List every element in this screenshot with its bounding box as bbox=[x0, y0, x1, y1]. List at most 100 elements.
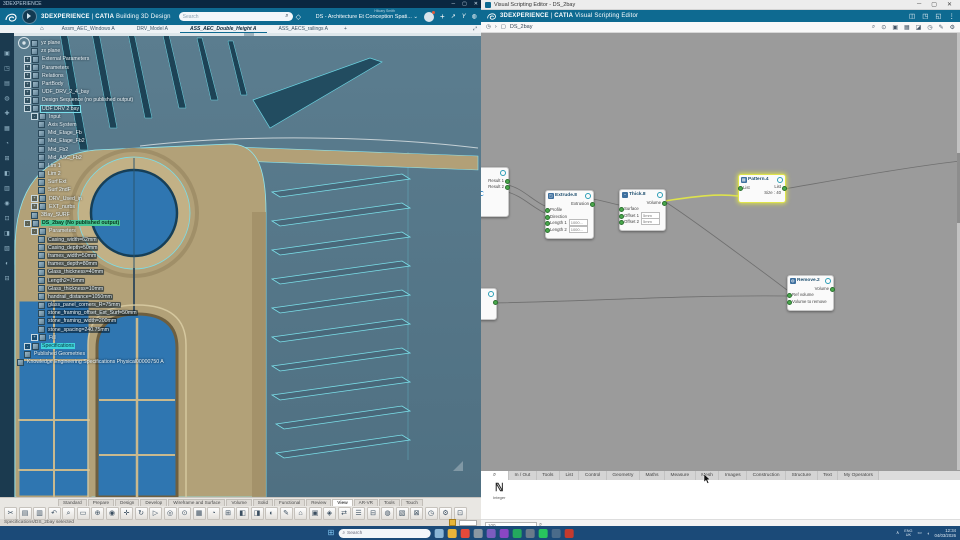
tree-expander[interactable]: + bbox=[24, 88, 31, 96]
toolbar-icon[interactable]: ◷ bbox=[927, 24, 932, 31]
tree-item[interactable]: + Relations bbox=[14, 72, 274, 80]
palette-tab[interactable]: Tools bbox=[536, 471, 560, 480]
node-extrude[interactable]: ◳ Extrude.8 Extrusion Profile Direction … bbox=[544, 190, 595, 239]
taskbar-app-icon[interactable] bbox=[460, 528, 470, 538]
side-tool-icon[interactable]: ▦ bbox=[4, 126, 11, 133]
palette-tab[interactable]: In / Out bbox=[509, 471, 537, 480]
action-bar-tab[interactable]: Volume bbox=[226, 498, 252, 506]
palette-tab[interactable]: Control bbox=[579, 471, 607, 480]
tree-item[interactable]: Mid_ASC_Fb2 bbox=[14, 154, 274, 162]
palette-tab[interactable]: Geometry bbox=[606, 471, 640, 480]
3d-viewport[interactable]: ▣ ◳ ▤ ◍ ✚ ▦ ◔ ⊞ ◧ ▥ ◉ ⊡ ◨ ▧ ◐ ⊟ yz plane zx plane + Ext… bbox=[0, 33, 481, 497]
close-button[interactable]: ✕ bbox=[474, 1, 478, 7]
action-bar-tab[interactable]: Functional bbox=[274, 498, 306, 506]
toolbar-icon[interactable]: ✎ bbox=[939, 24, 944, 31]
tree-item[interactable]: - UDF DRV 2 bay bbox=[14, 104, 274, 113]
toolbar-icon[interactable]: ▣ bbox=[892, 24, 898, 31]
action-bar-icon[interactable]: ⊠ bbox=[410, 507, 423, 520]
tree-item[interactable]: - DS_2bay (No published output) bbox=[14, 219, 274, 227]
port-value-input[interactable]: 1000... bbox=[568, 225, 588, 233]
header-icon[interactable]: ◳ bbox=[922, 12, 928, 20]
tree-item[interactable]: - Parameters bbox=[14, 227, 274, 235]
tree-expander[interactable]: + bbox=[31, 334, 38, 342]
start-button[interactable]: ⊞ bbox=[328, 526, 335, 540]
side-tool-icon[interactable]: ◉ bbox=[4, 201, 11, 208]
taskbar-app-icon[interactable] bbox=[525, 528, 535, 538]
tree-item[interactable]: + Design Sequence (no published output) bbox=[14, 96, 274, 104]
node-remove[interactable]: ◍ Remove.2 Volume Ref volume Volume to r… bbox=[786, 275, 835, 311]
palette-tab[interactable]: Measure bbox=[665, 471, 696, 480]
action-bar-tab[interactable]: Prepare bbox=[87, 498, 115, 506]
tree-expander[interactable]: - bbox=[24, 105, 31, 113]
document-tab[interactable]: DRV_Model A bbox=[127, 26, 178, 32]
taskbar-app-icon[interactable] bbox=[512, 528, 522, 538]
close-button[interactable]: ✕ bbox=[947, 1, 952, 8]
global-search-input[interactable]: Search ⌕ bbox=[178, 12, 293, 21]
clock[interactable]: 12:34 04/03/2026 bbox=[934, 528, 956, 538]
tree-item[interactable]: stone_spacing=240.75mm bbox=[14, 326, 274, 334]
tray-chevron-icon[interactable]: ∧ bbox=[896, 530, 899, 536]
node-collapse-button[interactable] bbox=[776, 176, 783, 183]
display-icon[interactable]: ▭ bbox=[918, 530, 922, 536]
tree-item[interactable]: Lim 1 bbox=[14, 162, 274, 170]
node-collapse-button[interactable] bbox=[584, 192, 591, 199]
tree-item[interactable]: Knowledge Engineering Specifications Phy… bbox=[14, 358, 274, 366]
input-port[interactable] bbox=[737, 185, 743, 191]
palette-item-integer[interactable]: ℕ Integer bbox=[493, 483, 505, 501]
tree-item[interactable]: Lim 2 bbox=[14, 170, 274, 178]
tree-item[interactable]: handrail_distance=1050mm bbox=[14, 293, 274, 301]
tree-item[interactable]: glass_panel_corners_R=75mm bbox=[14, 301, 274, 309]
tree-expander[interactable]: + bbox=[31, 203, 38, 211]
node-pattern[interactable]: ▦ Pattern.4 List List Size : 40 bbox=[737, 174, 787, 203]
palette-tab[interactable]: Text bbox=[817, 471, 839, 480]
tree-item[interactable]: Mid_Etage_Fb bbox=[14, 129, 274, 137]
3ds-logo-icon[interactable] bbox=[4, 11, 18, 23]
action-bar-tab[interactable]: Standard bbox=[58, 498, 87, 506]
maximize-button[interactable]: ▢ bbox=[931, 1, 937, 8]
output-port[interactable] bbox=[492, 299, 498, 305]
language-indicator[interactable]: ENG UK bbox=[904, 529, 912, 538]
tree-item[interactable]: Glass_thickness=40mm bbox=[14, 268, 274, 276]
tree-item[interactable]: stone_framing_offset_Ext_Surf=50mm bbox=[14, 309, 274, 317]
tree-item[interactable]: + EXT_nurbs bbox=[14, 203, 274, 211]
action-bar-icon[interactable]: ⇄ bbox=[337, 507, 351, 520]
taskbar-app-icon[interactable] bbox=[499, 528, 509, 538]
side-tool-icon[interactable]: ⊡ bbox=[4, 216, 11, 223]
tag-icon[interactable]: ◇ bbox=[296, 13, 301, 21]
action-bar-tab[interactable]: Touch bbox=[400, 498, 423, 506]
palette-tab[interactable]: Images bbox=[719, 471, 748, 480]
palette-tab[interactable]: List bbox=[559, 471, 580, 480]
side-tool-icon[interactable]: ◨ bbox=[4, 231, 11, 238]
toolbar-icon[interactable]: ⌕ bbox=[872, 24, 875, 31]
node-graph-canvas[interactable]: Result 1 Result 2 ◳ Extrude.8 Extrusion P… bbox=[481, 33, 960, 470]
output-port[interactable] bbox=[504, 185, 510, 191]
action-bar-icon[interactable]: ▦ bbox=[192, 507, 206, 520]
warning-icon[interactable] bbox=[449, 519, 456, 526]
taskbar-app-icon[interactable] bbox=[538, 528, 548, 538]
home-icon[interactable]: ⌂ bbox=[40, 26, 44, 32]
action-bar-icon[interactable]: ▤ bbox=[18, 507, 32, 520]
status-input[interactable] bbox=[459, 519, 477, 526]
header-icon[interactable]: ◫ bbox=[909, 12, 915, 20]
side-tool-icon[interactable]: ◐ bbox=[4, 261, 11, 268]
tree-item[interactable]: Published Geometries bbox=[14, 350, 274, 358]
action-bar-icon[interactable]: ▣ bbox=[308, 507, 322, 520]
tree-item[interactable]: zx plane bbox=[14, 47, 274, 55]
taskbar-app-icon[interactable] bbox=[564, 528, 574, 538]
tree-expander[interactable]: + bbox=[24, 72, 31, 80]
maximize-button[interactable]: ▢ bbox=[462, 1, 467, 7]
tree-item[interactable]: Mid_Fb2 bbox=[14, 145, 274, 154]
action-bar-icon[interactable]: ⊞ bbox=[221, 507, 235, 520]
palette-tab[interactable]: My Operators bbox=[838, 471, 880, 480]
tree-expander[interactable]: + bbox=[24, 64, 31, 72]
input-port[interactable] bbox=[786, 299, 792, 305]
action-bar-icon[interactable]: ☰ bbox=[352, 507, 365, 520]
node-collapse-button[interactable] bbox=[824, 277, 831, 284]
action-bar-icon[interactable]: ⊕ bbox=[91, 507, 104, 520]
action-bar-tab[interactable]: Solid bbox=[252, 498, 273, 506]
workspace-selector[interactable]: DS - Architecture Et Conception Spati...… bbox=[316, 14, 418, 20]
tree-item[interactable]: stone_framing_width=200mm bbox=[14, 317, 274, 325]
action-bar-icon[interactable]: ✛ bbox=[120, 507, 133, 520]
taskbar-app-icon[interactable] bbox=[434, 528, 444, 538]
action-bar-tab[interactable]: Review bbox=[306, 498, 332, 506]
